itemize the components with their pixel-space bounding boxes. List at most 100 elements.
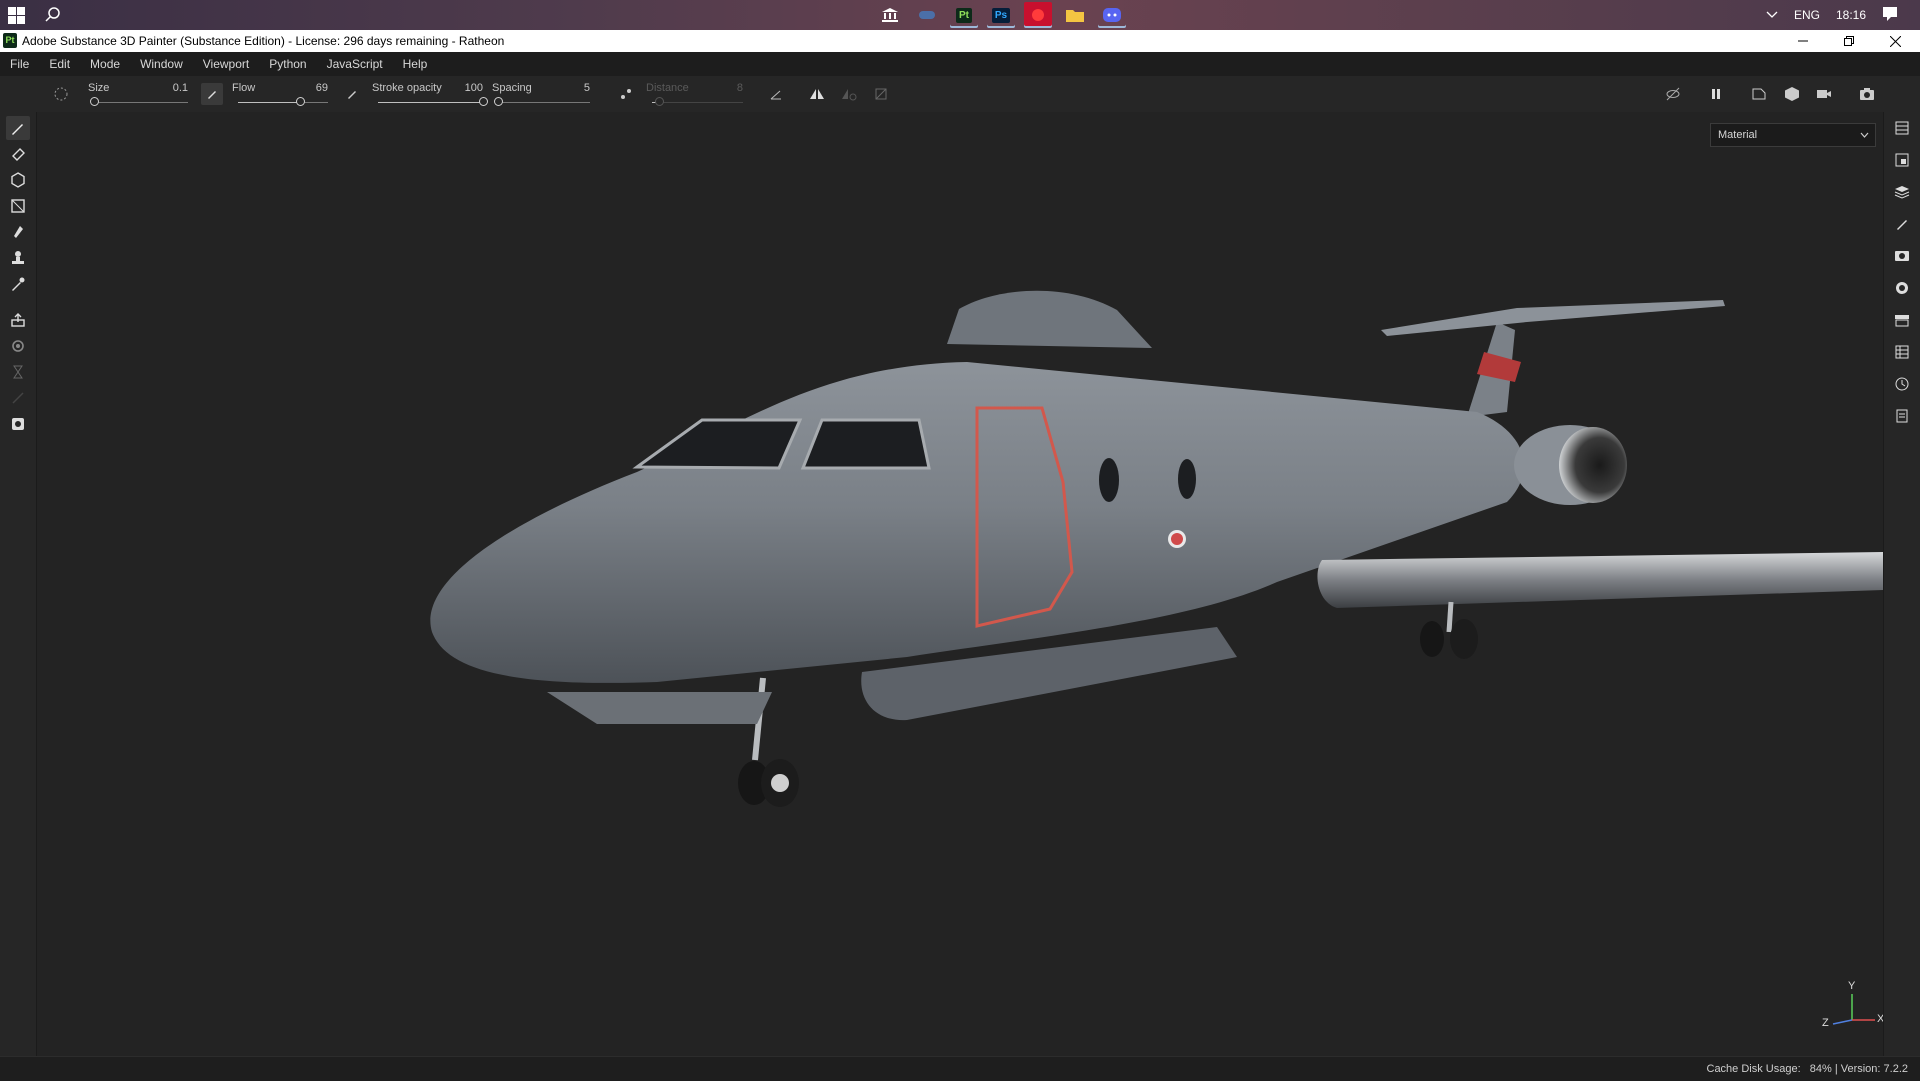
transform-icon[interactable] xyxy=(870,83,892,105)
menu-bar: File Edit Mode Window Viewport Python Ja… xyxy=(0,52,1920,76)
texture-set-settings-icon[interactable] xyxy=(1891,149,1913,171)
size-label: Size xyxy=(88,82,110,94)
history-icon[interactable] xyxy=(1891,373,1913,395)
menu-viewport[interactable]: Viewport xyxy=(203,57,249,71)
tools-sidebar xyxy=(0,112,37,1056)
size-slider-handle[interactable] xyxy=(90,97,99,106)
app-icon: Pt xyxy=(3,33,17,48)
distance-slider[interactable]: Distance 8 xyxy=(646,80,743,110)
log-icon[interactable] xyxy=(1891,405,1913,427)
size-slider[interactable]: Size 0.1 xyxy=(88,80,188,110)
red-app-icon[interactable] xyxy=(1024,2,1052,28)
channel-select[interactable]: Material xyxy=(1710,123,1876,147)
camera-video-icon[interactable] xyxy=(1813,83,1835,105)
file-explorer-icon[interactable] xyxy=(1061,2,1089,28)
projection-tool-icon[interactable] xyxy=(6,168,30,192)
clock[interactable]: 18:16 xyxy=(1836,8,1866,22)
bank-app-icon[interactable] xyxy=(876,2,904,28)
hide-icon[interactable] xyxy=(1662,83,1684,105)
hourglass-tool-icon[interactable] xyxy=(6,360,30,384)
menu-mode[interactable]: Mode xyxy=(90,57,120,71)
restore-button[interactable] xyxy=(1826,30,1872,52)
close-button[interactable] xyxy=(1872,30,1918,52)
chevron-down-icon xyxy=(1860,124,1869,154)
viewport-2d-icon[interactable] xyxy=(1748,83,1770,105)
clone-stamp-tool-icon[interactable] xyxy=(6,246,30,270)
status-bar: Cache Disk Usage: 84% | Version: 7.2.2 xyxy=(0,1056,1920,1081)
cache-value: 84% xyxy=(1809,1063,1832,1075)
menu-window[interactable]: Window xyxy=(140,57,183,71)
stroke-opacity-pressure-icon[interactable] xyxy=(341,83,363,105)
window-title: Adobe Substance 3D Painter (Substance Ed… xyxy=(22,34,505,48)
aircraft-3d-model[interactable] xyxy=(37,112,1883,1056)
flow-pen-pressure-icon[interactable] xyxy=(201,83,223,105)
stroke-opacity-slider-handle[interactable] xyxy=(479,97,488,106)
color-picker-tool-icon[interactable] xyxy=(6,272,30,296)
menu-help[interactable]: Help xyxy=(403,57,428,71)
shelf-icon[interactable] xyxy=(1891,309,1913,331)
windows-taskbar: Pt Ps ENG 18:16 xyxy=(0,0,1920,30)
axis-z-label: Z xyxy=(1822,1017,1829,1029)
environment-icon[interactable] xyxy=(1891,277,1913,299)
brush-shape-icon[interactable] xyxy=(50,83,72,105)
distance-slider-handle[interactable] xyxy=(655,97,664,106)
controller-app-icon[interactable] xyxy=(913,2,941,28)
iray-render-tool-icon[interactable] xyxy=(6,412,30,436)
stroke-opacity-value[interactable]: 100 xyxy=(465,82,483,94)
screenshot-camera-icon[interactable] xyxy=(1856,83,1878,105)
symmetry-icon[interactable] xyxy=(806,83,828,105)
paint-brush-tool-icon[interactable] xyxy=(6,116,30,140)
painter-taskbar-icon[interactable]: Pt xyxy=(950,2,978,28)
layers-icon[interactable] xyxy=(1891,181,1913,203)
spacing-slider[interactable]: Spacing 5 xyxy=(492,80,590,110)
flow-slider-handle[interactable] xyxy=(296,97,305,106)
texture-set-table-icon[interactable] xyxy=(1891,341,1913,363)
cache-label: Cache Disk Usage: xyxy=(1706,1063,1801,1075)
3d-viewport[interactable]: Material Y X Z xyxy=(37,112,1883,1056)
menu-edit[interactable]: Edit xyxy=(49,57,70,71)
flow-value[interactable]: 69 xyxy=(316,82,328,94)
notifications-icon[interactable] xyxy=(1882,6,1898,25)
search-icon[interactable] xyxy=(44,6,62,24)
version-text: | Version: 7.2.2 xyxy=(1834,1063,1908,1075)
viewport-3d-icon[interactable] xyxy=(1781,83,1803,105)
disabled-tool-icon xyxy=(6,386,30,410)
distance-value[interactable]: 8 xyxy=(737,82,743,94)
status-text: Cache Disk Usage: 84% | Version: 7.2.2 xyxy=(1707,1063,1909,1075)
properties-brush-icon[interactable] xyxy=(1891,213,1913,235)
spacing-slider-handle[interactable] xyxy=(494,97,503,106)
eraser-tool-icon[interactable] xyxy=(6,142,30,166)
chevron-up-icon[interactable] xyxy=(1766,8,1778,22)
axis-x-label: X xyxy=(1877,1013,1883,1025)
panels-sidebar xyxy=(1883,112,1920,1056)
tool-properties-bar: Size 0.1 Flow 69 Stroke opacity 100 Spac… xyxy=(0,76,1920,113)
windows-start-icon[interactable] xyxy=(8,7,25,24)
texture-set-list-icon[interactable] xyxy=(1891,117,1913,139)
photoshop-taskbar-icon[interactable]: Ps xyxy=(987,2,1015,28)
flow-label: Flow xyxy=(232,82,256,94)
menu-javascript[interactable]: JavaScript xyxy=(327,57,383,71)
title-bar: Pt Adobe Substance 3D Painter (Substance… xyxy=(0,30,1920,52)
stroke-opacity-slider[interactable]: Stroke opacity 100 xyxy=(372,80,488,110)
symmetry-settings-icon[interactable] xyxy=(838,83,860,105)
menu-file[interactable]: File xyxy=(10,57,29,71)
display-settings-icon[interactable] xyxy=(1891,245,1913,267)
angle-icon[interactable] xyxy=(765,83,787,105)
pause-icon[interactable] xyxy=(1705,83,1727,105)
spacing-label: Spacing xyxy=(492,82,532,94)
minimize-button[interactable] xyxy=(1780,30,1826,52)
size-value[interactable]: 0.1 xyxy=(173,82,188,94)
settings-tool-icon[interactable] xyxy=(6,334,30,358)
language-indicator[interactable]: ENG xyxy=(1794,8,1820,22)
bake-export-tool-icon[interactable] xyxy=(6,308,30,332)
discord-icon[interactable] xyxy=(1098,2,1126,28)
lazy-mouse-icon[interactable] xyxy=(615,83,637,105)
spacing-value[interactable]: 5 xyxy=(584,82,590,94)
flow-slider[interactable]: Flow 69 xyxy=(232,80,328,110)
distance-label: Distance xyxy=(646,82,689,94)
menu-python[interactable]: Python xyxy=(269,57,306,71)
channel-select-value: Material xyxy=(1718,129,1758,141)
polygon-fill-tool-icon[interactable] xyxy=(6,194,30,218)
stroke-opacity-label: Stroke opacity xyxy=(372,82,442,94)
smudge-tool-icon[interactable] xyxy=(6,220,30,244)
